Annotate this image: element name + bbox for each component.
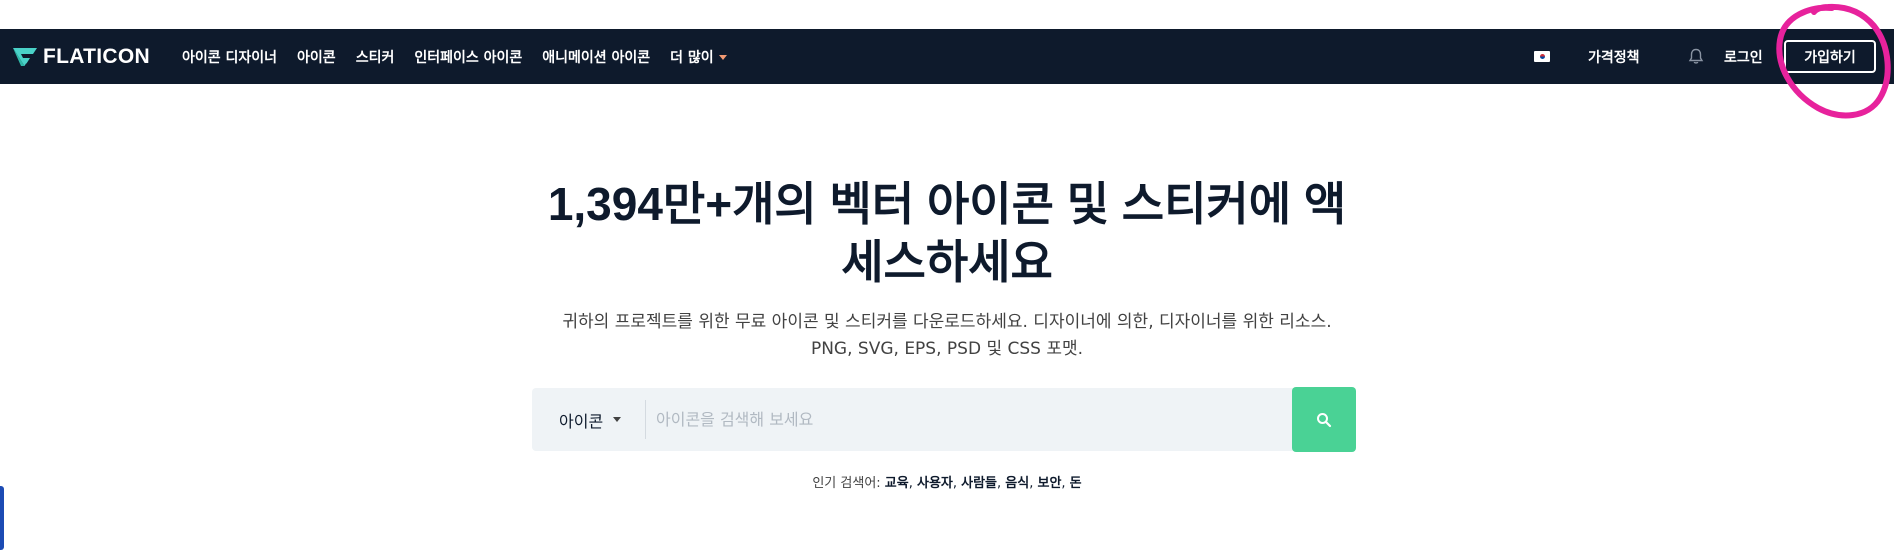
popular-term[interactable]: 교육 <box>885 476 909 491</box>
top-navbar: FLATICON 아이콘 디자이너 아이콘 스티커 인터페이스 아이콘 애니메이… <box>0 29 1894 84</box>
nav-interface-icons[interactable]: 인터페이스 아이콘 <box>414 47 522 67</box>
chevron-down-icon <box>718 55 727 60</box>
search-input[interactable] <box>646 388 1292 451</box>
chevron-down-icon <box>613 417 622 422</box>
flaticon-logo-icon <box>13 47 37 66</box>
nav-icon-designer[interactable]: 아이콘 디자이너 <box>182 47 277 67</box>
search-icon <box>1317 412 1332 427</box>
language-flag-icon[interactable] <box>1534 51 1550 62</box>
popular-term[interactable]: 보안 <box>1037 476 1061 491</box>
nav-interface-icons-label: 인터페이스 아이콘 <box>414 49 523 66</box>
search-type-label: 아이콘 <box>559 411 604 431</box>
nav-icons-label: 아이콘 <box>297 49 336 66</box>
flaticon-logo[interactable]: FLATICON <box>12 29 150 84</box>
nav-icons[interactable]: 아이콘 <box>297 47 336 67</box>
logo-text: FLATICON <box>43 44 150 68</box>
popular-term[interactable]: 사람들 <box>961 476 997 491</box>
search-bar: 아이콘 <box>532 387 1356 452</box>
popular-term[interactable]: 사용자 <box>917 476 953 491</box>
hero-section: 1,394만+개의 벡터 아이콘 및 스티커에 액세스하세요 귀하의 프로젝트를… <box>0 175 1894 363</box>
nav-animated-icons[interactable]: 애니메이션 아이콘 <box>542 47 650 67</box>
nav-icon-designer-label: 아이콘 디자이너 <box>182 49 278 66</box>
bell-icon[interactable] <box>1688 48 1704 69</box>
separator: , <box>952 476 962 491</box>
nav-pricing[interactable]: 가격정책 <box>1588 47 1640 67</box>
nav-animated-icons-label: 애니메이션 아이콘 <box>542 49 651 66</box>
popular-term[interactable]: 음식 <box>1005 476 1029 491</box>
hero-title: 1,394만+개의 벡터 아이콘 및 스티커에 액세스하세요 <box>547 178 1347 288</box>
side-feedback-tab[interactable] <box>0 486 4 550</box>
hero-subtitle: 귀하의 프로젝트를 위한 무료 아이콘 및 스티커를 다운로드하세요. 디자이너… <box>562 312 1332 359</box>
nav-more-dropdown[interactable]: 더 많이 <box>670 47 727 67</box>
nav-more-label: 더 많이 <box>670 49 714 66</box>
flag-emblem <box>1539 54 1545 59</box>
nav-login[interactable]: 로그인 <box>1724 47 1763 67</box>
popular-term[interactable]: 돈 <box>1070 476 1082 491</box>
search-button[interactable] <box>1292 387 1356 452</box>
separator: , <box>1061 476 1070 491</box>
nav-stickers[interactable]: 스티커 <box>356 47 395 67</box>
popular-label: 인기 검색어: <box>812 476 881 491</box>
signup-button[interactable]: 가입하기 <box>1784 40 1876 73</box>
popular-searches: 인기 검색어: 교육, 사용자, 사람들, 음식, 보안, 돈 <box>0 472 1894 491</box>
search-type-dropdown[interactable]: 아이콘 <box>532 388 645 451</box>
nav-stickers-label: 스티커 <box>355 49 395 66</box>
main-nav: 아이콘 디자이너 아이콘 스티커 인터페이스 아이콘 애니메이션 아이콘 더 많… <box>182 47 747 67</box>
separator: , <box>908 476 917 491</box>
